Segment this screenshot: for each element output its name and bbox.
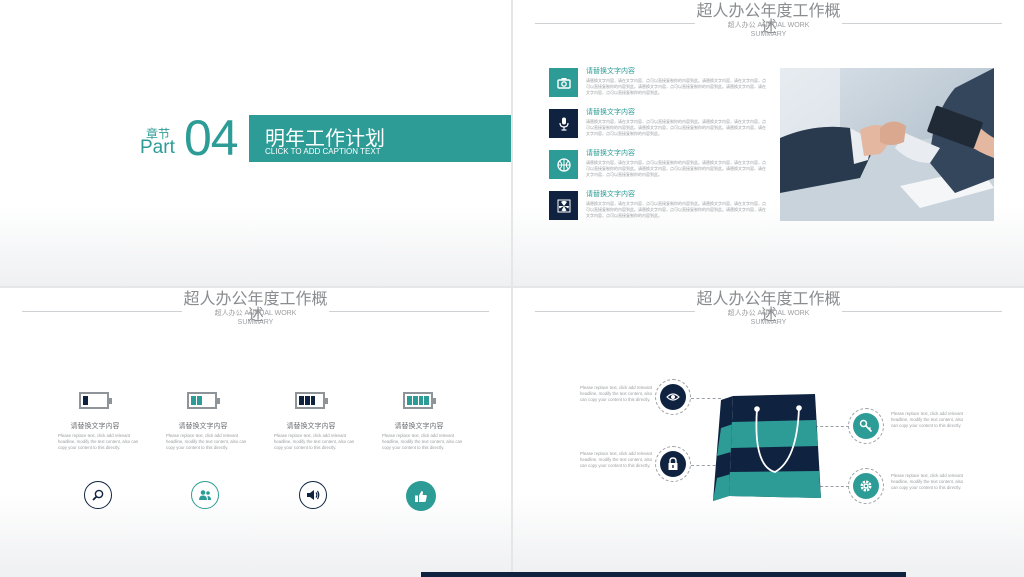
battery-cell (89, 396, 94, 405)
feature-desc: 请替换文字内容，请在文字内容，点可以直接复制你的内容到此。请替换文字内容，请在文… (586, 78, 766, 96)
camera-icon (549, 68, 578, 97)
feature-desc: 请替换文字内容，请在文字内容，点可以直接复制你的内容到此。请替换文字内容，请在文… (586, 119, 766, 137)
slide-subtitle-line2: SUMMARY (750, 319, 787, 326)
lock-icon[interactable] (655, 446, 691, 482)
users-icon[interactable] (191, 481, 219, 509)
slide-subtitle-line2: SUMMARY (237, 319, 274, 326)
battery-cell (83, 396, 88, 405)
feature-desc: 请替换文字内容，请在文字内容，点可以直接复制你的内容到此。请替换文字内容，请在文… (586, 160, 766, 178)
microphone-icon (549, 109, 578, 138)
header-rule-right (329, 311, 489, 312)
slide-summary-batteries[interactable]: 超人办公年度工作概 述 超人办公 ANNUAL WORK SUMMARY 请替换… (0, 288, 511, 574)
battery-cell (100, 396, 105, 405)
bottom-accent-bar (421, 572, 906, 577)
battery-cell (412, 396, 418, 405)
battery-cell (196, 396, 202, 405)
slide-summary-features[interactable]: 超人办公年度工作概 述 超人办公 ANNUAL WORK SUMMARY 请替换… (513, 0, 1024, 286)
search-icon[interactable] (84, 481, 112, 509)
slide-subtitle-line1: 超人办公 ANNUAL WORK (214, 310, 297, 317)
part-label: Part (140, 137, 175, 158)
key-icon[interactable] (848, 408, 884, 444)
battery-cell (203, 396, 208, 405)
callout-text: Please replace text, click add relevant … (580, 451, 653, 469)
feature-desc: 请替换文字内容，请在文字内容，点可以直接复制你的内容到此。请替换文字内容，请在文… (586, 201, 766, 219)
thumbs-up-icon[interactable] (406, 481, 436, 511)
battery-cap (325, 398, 328, 404)
header-rule-left (535, 23, 695, 24)
battery-cap (109, 398, 112, 404)
eye-icon[interactable] (655, 379, 691, 415)
item-desc: Please replace text, click add relevant … (58, 433, 139, 450)
battery-cap (433, 398, 436, 404)
item-title: 请替换文字内容 (70, 423, 120, 430)
battery-cell (191, 396, 196, 405)
item-title: 请替换文字内容 (394, 423, 444, 430)
slide-subtitle-line1: 超人办公 ANNUAL WORK (727, 310, 810, 317)
slide-subtitle-line2: SUMMARY (750, 31, 787, 38)
radiation-icon (549, 191, 578, 220)
battery-indicator (295, 392, 328, 409)
battery-cell (316, 396, 321, 405)
gear-icon[interactable] (848, 468, 884, 504)
callout-text: Please replace text, click add relevant … (891, 411, 964, 429)
header-rule-right (842, 23, 1002, 24)
header-rule-right (842, 311, 1002, 312)
battery-cell (95, 396, 100, 405)
item-desc: Please replace text, click add relevant … (382, 433, 463, 450)
handshake-photo (780, 68, 994, 221)
battery-indicator (79, 392, 112, 409)
battery-cell (310, 396, 316, 405)
feature-title: 请替换文字内容 (586, 68, 635, 75)
item-title: 请替换文字内容 (286, 423, 336, 430)
item-desc: Please replace text, click add relevant … (166, 433, 247, 450)
item-title: 请替换文字内容 (178, 423, 228, 430)
battery-cell (304, 396, 310, 405)
part-number: 04 (184, 110, 239, 166)
basketball-icon (549, 150, 578, 179)
slide-subtitle-line1: 超人办公 ANNUAL WORK (727, 22, 810, 29)
battery-indicator (187, 392, 220, 409)
battery-cell (424, 396, 429, 405)
chapter-caption: CLICK TO ADD CAPTION TEXT (265, 147, 381, 156)
item-desc: Please replace text, click add relevant … (274, 433, 355, 450)
callout-text: Please replace text, click add relevant … (891, 473, 964, 491)
battery-cell (299, 396, 304, 405)
header-rule-left (535, 311, 695, 312)
header-rule-left (22, 311, 182, 312)
slide-summary-bag[interactable]: 超人办公年度工作概 述 超人办公 ANNUAL WORK SUMMARY Ple… (513, 288, 1024, 574)
battery-cell (418, 396, 424, 405)
shopping-bag-illustration (709, 388, 825, 506)
callout-text: Please replace text, click add relevant … (580, 385, 653, 403)
slide-chapter-cover[interactable]: 章节 Part 04 明年工作计划 CLICK TO ADD CAPTION T… (0, 0, 511, 286)
battery-indicator (403, 392, 436, 409)
feature-title: 请替换文字内容 (586, 150, 635, 157)
feature-title: 请替换文字内容 (586, 191, 635, 198)
battery-cell (407, 396, 412, 405)
speaker-icon[interactable] (299, 481, 327, 509)
battery-cap (217, 398, 220, 404)
battery-cell (208, 396, 213, 405)
feature-title: 请替换文字内容 (586, 109, 635, 116)
